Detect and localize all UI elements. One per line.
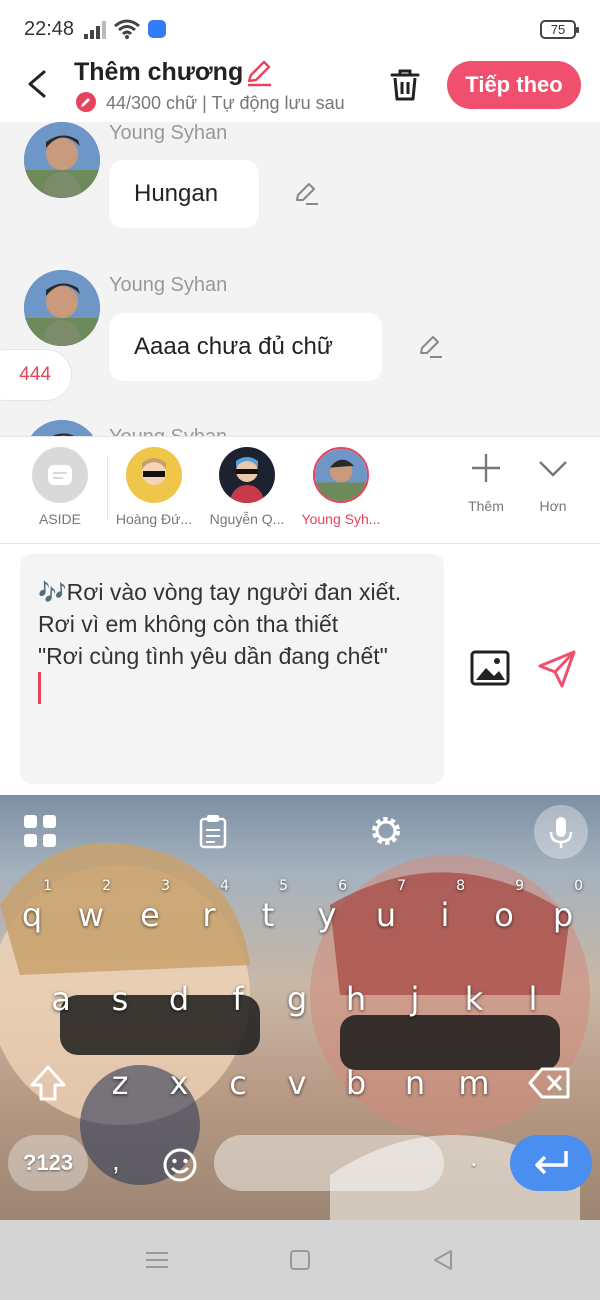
key-p[interactable]: p0 [535, 877, 591, 953]
space-key[interactable] [214, 1135, 444, 1191]
message-author: Young Syhan [109, 426, 227, 436]
settings-gear-icon[interactable] [368, 813, 404, 849]
message-input-text: 🎶Rơi vào vòng tay người đan xiết. Rơi vì… [38, 579, 402, 669]
key-k[interactable]: k [446, 961, 502, 1037]
composer: 🎶Rơi vào vòng tay người đan xiết. Rơi vì… [0, 544, 600, 795]
character-young-syhan[interactable]: Young Syh... [296, 447, 386, 527]
key-g[interactable]: g [269, 961, 325, 1037]
character-name: Young Syh... [301, 511, 381, 527]
character-name: Hoàng Đứ... [115, 511, 193, 527]
key-a[interactable]: a [33, 961, 89, 1037]
send-icon[interactable] [536, 648, 578, 690]
key-y[interactable]: y6 [299, 877, 355, 953]
key-z[interactable]: z [92, 1045, 148, 1121]
character-name: Nguyễn Q... [209, 511, 285, 527]
backspace-icon[interactable] [528, 1061, 572, 1105]
more-button[interactable]: Hơn [523, 451, 583, 514]
key-v[interactable]: v [269, 1045, 325, 1121]
header: Thêm chương 44/300 chữ | Tự động lưu sau… [0, 56, 600, 122]
message-bubble[interactable]: Aaaa chưa đủ chữ [109, 313, 382, 381]
keyboard: q1 w2 e3 r4 t5 y6 u7 i8 o9 p0 a s d f g … [0, 795, 600, 1220]
shift-icon[interactable] [26, 1061, 70, 1105]
key-b[interactable]: b [328, 1045, 384, 1121]
page-title: Thêm chương [74, 58, 244, 86]
key-period[interactable]: . [470, 1141, 478, 1173]
trash-icon[interactable] [386, 66, 424, 104]
edit-icon[interactable] [292, 180, 320, 208]
message-author: Young Syhan [109, 122, 228, 144]
character-name: ASIDE [38, 511, 81, 527]
chevron-down-icon [539, 461, 567, 477]
avatar [313, 447, 369, 503]
microphone-button[interactable] [534, 805, 588, 859]
message-author: Young Syhan [109, 274, 228, 296]
key-o[interactable]: o9 [476, 877, 532, 953]
pencil-icon[interactable] [244, 58, 274, 88]
key-s[interactable]: s [92, 961, 148, 1037]
add-character-button[interactable]: Thêm [456, 451, 516, 514]
signal-icon [84, 21, 106, 39]
emoji-icon[interactable] [162, 1147, 198, 1183]
pencil-icon [76, 92, 96, 112]
avatar[interactable] [24, 122, 100, 198]
word-count-status: 44/300 chữ | Tự động lưu sau [76, 92, 366, 114]
menu-icon[interactable] [143, 1246, 171, 1274]
avatar [219, 447, 275, 503]
key-u[interactable]: u7 [358, 877, 414, 953]
symbols-key[interactable]: ?123 [8, 1135, 88, 1191]
key-w[interactable]: w2 [63, 877, 119, 953]
key-r[interactable]: r4 [181, 877, 237, 953]
key-i[interactable]: i8 [417, 877, 473, 953]
clipboard-icon[interactable] [195, 813, 231, 849]
avatar [126, 447, 182, 503]
microphone-icon [549, 817, 573, 848]
key-c[interactable]: c [210, 1045, 266, 1121]
key-l[interactable]: l [505, 961, 561, 1037]
divider [107, 455, 108, 521]
key-t[interactable]: t5 [240, 877, 296, 953]
key-e[interactable]: e3 [122, 877, 178, 953]
count-badge[interactable]: 444 [0, 349, 72, 401]
plus-icon [472, 454, 500, 482]
app-notification-icon [148, 20, 166, 38]
message-bubble[interactable]: Hungan [109, 160, 259, 228]
character-nguyen[interactable]: Nguyễn Q... [202, 447, 292, 527]
character-selector: ASIDE Hoàng Đứ... Nguyễn Q... Young Syh.… [0, 436, 600, 544]
key-n[interactable]: n [387, 1045, 443, 1121]
character-aside[interactable]: ASIDE [15, 447, 105, 527]
apps-grid-icon[interactable] [22, 813, 58, 849]
key-f[interactable]: f [210, 961, 266, 1037]
avatar[interactable] [24, 270, 100, 346]
more-label: Hơn [539, 498, 567, 514]
chat-area[interactable]: Young Syhan Hungan Young Syhan Aaaa chưa… [0, 122, 600, 436]
next-button[interactable]: Tiếp theo [447, 61, 581, 109]
enter-icon [535, 1151, 568, 1175]
key-d[interactable]: d [151, 961, 207, 1037]
back-icon[interactable] [18, 64, 58, 104]
aside-icon [32, 447, 88, 503]
key-h[interactable]: h [328, 961, 384, 1037]
enter-key[interactable] [510, 1135, 592, 1191]
wifi-icon [114, 19, 140, 39]
key-j[interactable]: j [387, 961, 443, 1037]
text-caret [38, 672, 41, 704]
edit-icon[interactable] [416, 333, 444, 361]
image-icon[interactable] [470, 648, 510, 688]
back-nav-icon[interactable] [429, 1246, 457, 1274]
battery-icon: 75 [540, 20, 579, 39]
keyboard-toolbar [0, 795, 600, 867]
key-q[interactable]: q1 [4, 877, 60, 953]
key-comma[interactable]: , [112, 1145, 120, 1177]
message-input[interactable]: 🎶Rơi vào vòng tay người đan xiết. Rơi vì… [20, 554, 444, 784]
status-bar: 22:48 75 [0, 0, 600, 56]
status-time: 22:48 [24, 18, 75, 40]
add-label: Thêm [468, 498, 504, 514]
word-count-text: 44/300 chữ | Tự động lưu sau [106, 93, 345, 113]
avatar[interactable] [24, 420, 100, 436]
system-nav-bar [0, 1220, 600, 1300]
home-icon[interactable] [286, 1246, 314, 1274]
character-hoang[interactable]: Hoàng Đứ... [109, 447, 199, 527]
key-m[interactable]: m [446, 1045, 502, 1121]
key-x[interactable]: x [151, 1045, 207, 1121]
